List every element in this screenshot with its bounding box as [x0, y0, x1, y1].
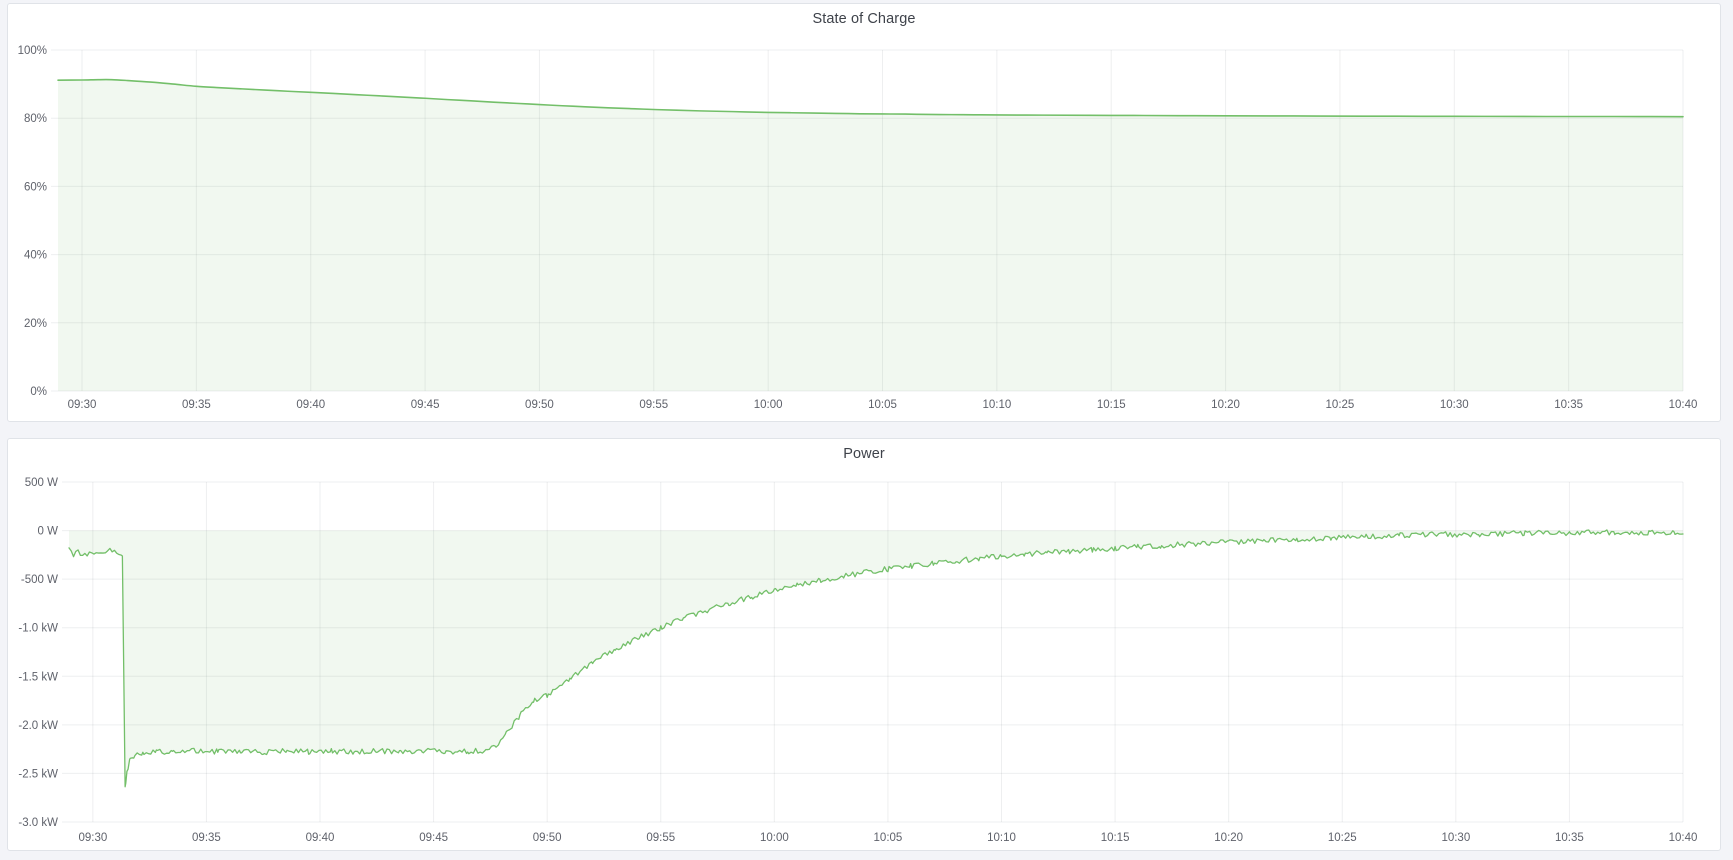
- y-tick-label: -3.0 kW: [18, 817, 58, 829]
- y-tick-label: -2.0 kW: [18, 720, 58, 732]
- y-tick-label: 0 W: [38, 526, 59, 538]
- y-tick-label: -1.0 kW: [18, 623, 58, 635]
- x-tick-label: 09:35: [182, 399, 211, 411]
- y-tick-label: -500 W: [21, 574, 58, 586]
- y-tick-label: 40%: [24, 250, 47, 262]
- x-tick-label: 10:25: [1328, 832, 1357, 844]
- y-tick-label: -2.5 kW: [18, 768, 58, 780]
- x-tick-label: 09:30: [68, 399, 97, 411]
- x-tick-label: 10:10: [987, 832, 1016, 844]
- x-tick-label: 09:40: [306, 832, 335, 844]
- x-tick-label: 09:55: [639, 399, 668, 411]
- power-svg[interactable]: 09:30 09:35 09:40 09:45 09:50 09:55 10:00 10:05…: [8, 439, 1720, 850]
- y-tick-label: 20%: [24, 318, 47, 330]
- x-tick-label: 10:05: [868, 399, 897, 411]
- x-tick-label: 10:15: [1101, 832, 1130, 844]
- y-tick-label: 60%: [24, 181, 47, 193]
- series-area-fill: [69, 530, 1683, 787]
- power-chart-canvas[interactable]: 09:30 09:35 09:40 09:45 09:50 09:55 10:00 10:05…: [8, 439, 1720, 850]
- x-tick-label: 10:00: [754, 399, 783, 411]
- x-tick-label: 10:40: [1669, 832, 1698, 844]
- x-tick-label: 10:25: [1326, 399, 1355, 411]
- x-tick-label: 10:30: [1441, 832, 1470, 844]
- x-tick-label: 09:50: [525, 399, 554, 411]
- panel-power: Power 09:30 09:35 09:40 09:45 09:50 09:55 10:0…: [7, 438, 1721, 851]
- x-tick-label: 09:30: [78, 832, 107, 844]
- x-tick-label: 09:45: [411, 399, 440, 411]
- y-tick-label: -1.5 kW: [18, 671, 58, 683]
- y-tick-label: 80%: [24, 113, 47, 125]
- y-tick-label: 100%: [18, 45, 47, 57]
- x-tick-label: 10:15: [1097, 399, 1126, 411]
- y-tick-label: 500 W: [25, 477, 58, 489]
- x-tick-label: 10:35: [1554, 399, 1583, 411]
- x-tick-label: 10:30: [1440, 399, 1469, 411]
- x-tick-label: 10:10: [982, 399, 1011, 411]
- x-tick-label: 09:40: [296, 399, 325, 411]
- x-tick-label: 10:40: [1669, 399, 1698, 411]
- x-tick-label: 09:50: [533, 832, 562, 844]
- x-tick-label: 09:45: [419, 832, 448, 844]
- panel-title-state-of-charge[interactable]: State of Charge: [8, 11, 1720, 27]
- x-tick-label: 10:20: [1211, 399, 1240, 411]
- x-tick-label: 09:35: [192, 832, 221, 844]
- panel-title-power[interactable]: Power: [8, 446, 1720, 462]
- x-tick-label: 10:20: [1214, 832, 1243, 844]
- x-tick-label: 10:35: [1555, 832, 1584, 844]
- x-tick-label: 10:00: [760, 832, 789, 844]
- panel-state-of-charge: State of Charge 09:30 09:35 09:40 09:45 09:5…: [7, 3, 1721, 422]
- x-tick-label: 10:05: [874, 832, 903, 844]
- y-tick-label: 0%: [30, 386, 47, 398]
- state-of-charge-chart-canvas[interactable]: 09:30 09:35 09:40 09:45 09:50 09:55 10:00 10:05…: [8, 4, 1720, 421]
- state-of-charge-svg[interactable]: 09:30 09:35 09:40 09:45 09:50 09:55 10:00 10:05…: [8, 4, 1720, 421]
- series-area-fill: [58, 80, 1683, 391]
- x-tick-label: 09:55: [646, 832, 675, 844]
